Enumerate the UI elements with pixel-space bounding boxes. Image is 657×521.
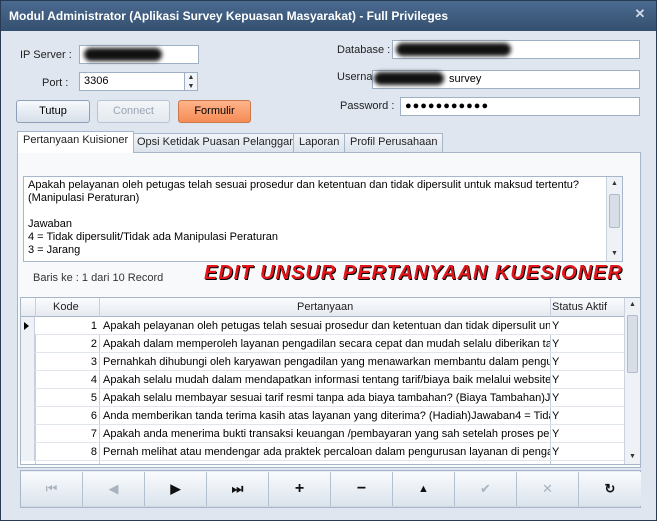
cell-kode: 8 — [90, 446, 97, 458]
cell-pertanyaan: Apakah dalam memperoleh layanan pengadil… — [103, 338, 550, 350]
port-spinner[interactable]: ▲ ▼ — [184, 73, 197, 90]
cell-status: Y — [552, 392, 560, 404]
table-row[interactable]: 5 Apakah selalu membayar sesuai tarif re… — [21, 389, 626, 407]
cell-kode: 6 — [90, 410, 97, 422]
question-memo[interactable]: Apakah pelayanan oleh petugas telah sesu… — [23, 176, 623, 262]
scroll-up-icon[interactable]: ▲ — [625, 298, 640, 312]
cell-pertanyaan: Apakah selalu mudah dalam mendapatkan in… — [103, 374, 550, 386]
row-indicator — [21, 353, 35, 371]
db-navigator: ⏮ ◀ ▶ ⏭ + − ▲ ✔ ✕ ↻ — [20, 470, 641, 508]
scroll-down-icon[interactable]: ▼ — [607, 247, 622, 261]
tab-laporan[interactable]: Laporan — [293, 133, 346, 152]
redaction-blur — [374, 72, 444, 85]
table-row[interactable]: 3 Pernahkah dihubungi oleh karyawan peng… — [21, 353, 626, 371]
password-input[interactable]: ●●●●●●●●●●● — [400, 97, 640, 116]
window-title: Modul Administrator (Aplikasi Survey Kep… — [9, 9, 449, 23]
last-record-icon[interactable]: ⏭ — [207, 472, 269, 506]
prior-record-icon[interactable]: ◀ — [83, 472, 145, 506]
tab-pertanyaan-kuisioner[interactable]: Pertanyaan Kuisioner — [17, 131, 135, 153]
first-record-icon[interactable]: ⏮ — [21, 472, 83, 506]
cell-status: Y — [552, 446, 560, 458]
close-icon[interactable]: ✕ — [632, 6, 648, 22]
grid-scrollbar[interactable]: ▲ ▼ — [624, 298, 640, 464]
column-kode[interactable]: Kode — [53, 301, 79, 313]
memo-line: (Manipulasi Peraturan) — [28, 192, 140, 204]
table-row[interactable]: 7 Apakah anda menerima bukti transaksi k… — [21, 425, 626, 443]
tab-opsi-ketidak-puasan[interactable]: Opsi Ketidak Puasan Pelanggan — [131, 133, 302, 152]
database-label: Database : — [337, 44, 391, 56]
post-record-icon[interactable]: ✔ — [455, 472, 517, 506]
row-indicator — [21, 317, 35, 335]
refresh-icon[interactable]: ↻ — [579, 472, 641, 506]
column-pertanyaan[interactable]: Pertanyaan — [297, 301, 353, 313]
cell-kode: 1 — [90, 320, 97, 332]
memo-line: Jawaban — [28, 218, 73, 230]
ip-server-label: IP Server : — [20, 49, 72, 61]
cancel-record-icon[interactable]: ✕ — [517, 472, 579, 506]
cell-status: Y — [552, 320, 560, 332]
table-row[interactable]: 2 Apakah dalam memperoleh layanan pengad… — [21, 335, 626, 353]
edit-record-icon[interactable]: ▲ — [393, 472, 455, 506]
cell-pertanyaan: Pernahkah dihubungi oleh karyawan pengad… — [103, 356, 550, 368]
insert-record-icon[interactable]: + — [269, 472, 331, 506]
cell-status: Y — [552, 356, 560, 368]
questions-grid[interactable]: Kode Pertanyaan Status Aktif 1 Apakah pe… — [20, 297, 641, 465]
username-label: Userna — [337, 71, 373, 83]
delete-record-icon[interactable]: − — [331, 472, 393, 506]
password-label: Password : — [340, 100, 395, 112]
row-indicator — [21, 443, 35, 461]
port-value: 3306 — [84, 75, 109, 87]
row-indicator — [21, 407, 35, 425]
port-label: Port : — [42, 77, 69, 89]
tutup-button[interactable]: Tutup — [16, 100, 90, 123]
cell-pertanyaan: Anda memberikan tanda terima kasih atas … — [103, 410, 550, 422]
cell-status: Y — [552, 374, 560, 386]
memo-scrollbar[interactable]: ▲ ▼ — [606, 177, 622, 261]
redaction-blur — [396, 43, 511, 56]
current-row-icon — [24, 322, 29, 330]
title-bar: Modul Administrator (Aplikasi Survey Kep… — [1, 1, 656, 31]
scroll-thumb[interactable] — [609, 194, 620, 228]
cell-pertanyaan: Apakah pelayanan oleh petugas telah sesu… — [103, 320, 550, 332]
cell-pertanyaan: Apakah anda menerima bukti transaksi keu… — [103, 428, 550, 440]
table-row[interactable]: 4 Apakah selalu mudah dalam mendapatkan … — [21, 371, 626, 389]
cell-kode: 3 — [90, 356, 97, 368]
table-row[interactable]: 1 Apakah pelayanan oleh petugas telah se… — [21, 317, 626, 335]
cell-kode: 7 — [90, 428, 97, 440]
grid-header: Kode Pertanyaan Status Aktif — [21, 298, 626, 317]
row-indicator — [21, 335, 35, 353]
scroll-thumb[interactable] — [627, 315, 638, 373]
port-input[interactable]: 3306 ▲ ▼ — [79, 72, 198, 91]
formulir-button[interactable]: Formulir — [178, 100, 251, 123]
memo-line: 3 = Jarang — [28, 244, 81, 256]
cell-status: Y — [552, 410, 560, 422]
record-status: Baris ke : 1 dari 10 Record — [33, 272, 164, 284]
row-indicator — [21, 371, 35, 389]
cell-kode: 4 — [90, 374, 97, 386]
row-indicator — [21, 389, 35, 407]
scroll-up-icon[interactable]: ▲ — [607, 177, 622, 191]
row-indicator — [21, 425, 35, 443]
memo-line: 4 = Tidak dipersulit/Tidak ada Manipulas… — [28, 231, 278, 243]
cell-kode: 5 — [90, 392, 97, 404]
cell-pertanyaan: Pernah melihat atau mendengar ada prakte… — [103, 446, 550, 458]
connect-button[interactable]: Connect — [97, 100, 170, 123]
cell-status: Y — [552, 338, 560, 350]
tab-profil-perusahaan[interactable]: Profil Perusahaan — [344, 133, 444, 152]
cell-status: Y — [552, 428, 560, 440]
scroll-down-icon[interactable]: ▼ — [625, 450, 640, 464]
redaction-blur — [84, 48, 162, 61]
memo-line: Apakah pelayanan oleh petugas telah sesu… — [28, 179, 579, 191]
next-record-icon[interactable]: ▶ — [145, 472, 207, 506]
table-row[interactable]: 6 Anda memberikan tanda terima kasih ata… — [21, 407, 626, 425]
memo-line — [28, 205, 618, 218]
table-row[interactable]: 8 Pernah melihat atau mendengar ada prak… — [21, 443, 626, 461]
cell-pertanyaan: Apakah selalu membayar sesuai tarif resm… — [103, 392, 550, 404]
cell-kode: 2 — [90, 338, 97, 350]
column-status-aktif[interactable]: Status Aktif — [552, 301, 607, 313]
headline-banner: EDIT UNSUR PERTANYAAN KUESIONER — [204, 262, 623, 284]
